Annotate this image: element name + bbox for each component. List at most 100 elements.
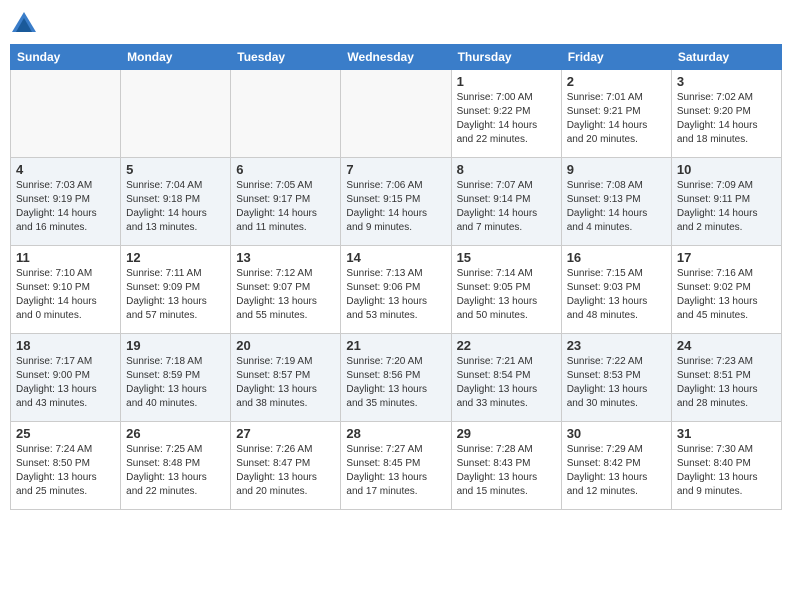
calendar-cell: 21 Sunrise: 7:20 AM Sunset: 8:56 PM Dayli… [341,334,451,422]
calendar-cell: 2Sunrise: 7:01 AM Sunset: 9:21 PM Daylig… [561,70,671,158]
day-info: Sunrise: 7:12 AM Sunset: 9:07 PM Dayligh… [236,267,335,323]
column-header-wednesday: Wednesday [341,45,451,70]
calendar-week-row: 4 Sunrise: 7:03 AM Sunset: 9:19 PM Daylig… [11,158,782,246]
day-number: 16 [567,250,666,265]
day-info: Sunrise: 7:07 AM Sunset: 9:14 PM Dayligh… [457,179,556,235]
day-number: 11 [16,250,115,265]
day-number: 27 [236,426,335,441]
day-number: 2 [567,74,666,89]
calendar-cell: 28 Sunrise: 7:27 AM Sunset: 8:45 PM Dayli… [341,422,451,510]
calendar-cell: 13Sunrise: 7:12 AM Sunset: 9:07 PM Dayli… [231,246,341,334]
column-header-sunday: Sunday [11,45,121,70]
calendar-cell: 23 Sunrise: 7:22 AM Sunset: 8:53 PM Dayli… [561,334,671,422]
calendar-week-row: 25 Sunrise: 7:24 AM Sunset: 8:50 PM Dayli… [11,422,782,510]
day-number: 8 [457,162,556,177]
calendar-cell: 10 Sunrise: 7:09 AM Sunset: 9:11 PM Dayli… [671,158,781,246]
calendar-week-row: 1Sunrise: 7:00 AM Sunset: 9:22 PM Daylig… [11,70,782,158]
day-number: 7 [346,162,445,177]
day-info: Sunrise: 7:19 AM Sunset: 8:57 PM Dayligh… [236,355,335,411]
calendar-cell: 16 Sunrise: 7:15 AM Sunset: 9:03 PM Dayli… [561,246,671,334]
day-number: 19 [126,338,225,353]
column-header-friday: Friday [561,45,671,70]
column-header-thursday: Thursday [451,45,561,70]
day-number: 31 [677,426,776,441]
day-number: 23 [567,338,666,353]
day-info: Sunrise: 7:21 AM Sunset: 8:54 PM Dayligh… [457,355,556,411]
day-number: 4 [16,162,115,177]
day-info: Sunrise: 7:24 AM Sunset: 8:50 PM Dayligh… [16,443,115,499]
calendar-cell: 9 Sunrise: 7:08 AM Sunset: 9:13 PM Daylig… [561,158,671,246]
day-info: Sunrise: 7:23 AM Sunset: 8:51 PM Dayligh… [677,355,776,411]
calendar-cell: 20 Sunrise: 7:19 AM Sunset: 8:57 PM Dayli… [231,334,341,422]
day-number: 15 [457,250,556,265]
day-number: 24 [677,338,776,353]
day-info: Sunrise: 7:27 AM Sunset: 8:45 PM Dayligh… [346,443,445,499]
calendar-cell [11,70,121,158]
calendar-cell: 15 Sunrise: 7:14 AM Sunset: 9:05 PM Dayli… [451,246,561,334]
day-number: 9 [567,162,666,177]
day-number: 20 [236,338,335,353]
day-number: 26 [126,426,225,441]
day-number: 22 [457,338,556,353]
calendar-cell [231,70,341,158]
day-info: Sunrise: 7:09 AM Sunset: 9:11 PM Dayligh… [677,179,776,235]
day-info: Sunrise: 7:29 AM Sunset: 8:42 PM Dayligh… [567,443,666,499]
day-number: 25 [16,426,115,441]
calendar-cell: 4 Sunrise: 7:03 AM Sunset: 9:19 PM Daylig… [11,158,121,246]
day-info: Sunrise: 7:05 AM Sunset: 9:17 PM Dayligh… [236,179,335,235]
calendar-cell: 8 Sunrise: 7:07 AM Sunset: 9:14 PM Daylig… [451,158,561,246]
day-info: Sunrise: 7:11 AM Sunset: 9:09 PM Dayligh… [126,267,225,323]
day-number: 21 [346,338,445,353]
calendar-cell [121,70,231,158]
column-header-monday: Monday [121,45,231,70]
day-number: 28 [346,426,445,441]
calendar-cell: 18 Sunrise: 7:17 AM Sunset: 9:00 PM Dayli… [11,334,121,422]
day-info: Sunrise: 7:00 AM Sunset: 9:22 PM Dayligh… [457,91,556,147]
calendar-cell: 22 Sunrise: 7:21 AM Sunset: 8:54 PM Dayli… [451,334,561,422]
column-header-saturday: Saturday [671,45,781,70]
calendar-cell: 30 Sunrise: 7:29 AM Sunset: 8:42 PM Dayli… [561,422,671,510]
calendar-week-row: 11Sunrise: 7:10 AM Sunset: 9:10 PM Dayli… [11,246,782,334]
column-header-tuesday: Tuesday [231,45,341,70]
day-number: 12 [126,250,225,265]
calendar-cell: 14 Sunrise: 7:13 AM Sunset: 9:06 PM Dayli… [341,246,451,334]
calendar-cell: 5 Sunrise: 7:04 AM Sunset: 9:18 PM Daylig… [121,158,231,246]
calendar-cell: 29 Sunrise: 7:28 AM Sunset: 8:43 PM Dayli… [451,422,561,510]
calendar-cell: 26 Sunrise: 7:25 AM Sunset: 8:48 PM Dayli… [121,422,231,510]
day-info: Sunrise: 7:04 AM Sunset: 9:18 PM Dayligh… [126,179,225,235]
calendar-cell: 1Sunrise: 7:00 AM Sunset: 9:22 PM Daylig… [451,70,561,158]
calendar-cell: 7 Sunrise: 7:06 AM Sunset: 9:15 PM Daylig… [341,158,451,246]
day-number: 29 [457,426,556,441]
day-info: Sunrise: 7:03 AM Sunset: 9:19 PM Dayligh… [16,179,115,235]
calendar-table: SundayMondayTuesdayWednesdayThursdayFrid… [10,44,782,510]
calendar-cell: 25 Sunrise: 7:24 AM Sunset: 8:50 PM Dayli… [11,422,121,510]
day-info: Sunrise: 7:08 AM Sunset: 9:13 PM Dayligh… [567,179,666,235]
day-info: Sunrise: 7:22 AM Sunset: 8:53 PM Dayligh… [567,355,666,411]
day-number: 6 [236,162,335,177]
day-info: Sunrise: 7:30 AM Sunset: 8:40 PM Dayligh… [677,443,776,499]
day-info: Sunrise: 7:14 AM Sunset: 9:05 PM Dayligh… [457,267,556,323]
logo [10,10,42,38]
logo-icon [10,10,38,38]
calendar-cell [341,70,451,158]
calendar-cell: 12 Sunrise: 7:11 AM Sunset: 9:09 PM Dayli… [121,246,231,334]
day-number: 5 [126,162,225,177]
day-number: 10 [677,162,776,177]
day-number: 18 [16,338,115,353]
day-number: 14 [346,250,445,265]
day-info: Sunrise: 7:06 AM Sunset: 9:15 PM Dayligh… [346,179,445,235]
day-info: Sunrise: 7:16 AM Sunset: 9:02 PM Dayligh… [677,267,776,323]
calendar-cell: 11Sunrise: 7:10 AM Sunset: 9:10 PM Dayli… [11,246,121,334]
calendar-cell: 19 Sunrise: 7:18 AM Sunset: 8:59 PM Dayli… [121,334,231,422]
day-number: 30 [567,426,666,441]
day-info: Sunrise: 7:18 AM Sunset: 8:59 PM Dayligh… [126,355,225,411]
day-info: Sunrise: 7:20 AM Sunset: 8:56 PM Dayligh… [346,355,445,411]
day-info: Sunrise: 7:17 AM Sunset: 9:00 PM Dayligh… [16,355,115,411]
calendar-cell: 31 Sunrise: 7:30 AM Sunset: 8:40 PM Dayli… [671,422,781,510]
day-info: Sunrise: 7:25 AM Sunset: 8:48 PM Dayligh… [126,443,225,499]
calendar-header-row: SundayMondayTuesdayWednesdayThursdayFrid… [11,45,782,70]
calendar-cell: 24 Sunrise: 7:23 AM Sunset: 8:51 PM Dayli… [671,334,781,422]
day-info: Sunrise: 7:13 AM Sunset: 9:06 PM Dayligh… [346,267,445,323]
day-info: Sunrise: 7:28 AM Sunset: 8:43 PM Dayligh… [457,443,556,499]
day-info: Sunrise: 7:15 AM Sunset: 9:03 PM Dayligh… [567,267,666,323]
